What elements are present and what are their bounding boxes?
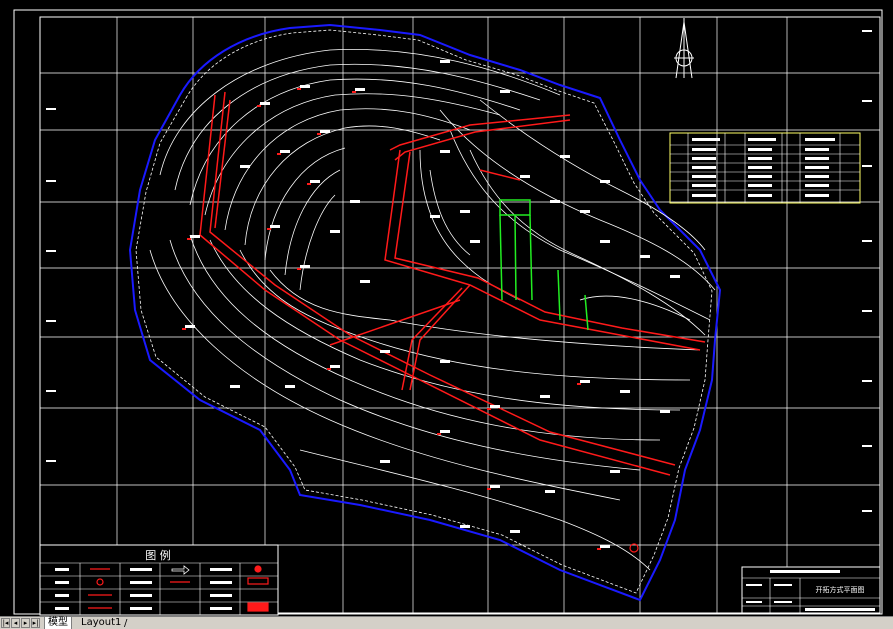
title-block-drawing-name: 开拓方式平面图: [816, 585, 865, 594]
coordinate-grid: [40, 17, 880, 613]
north-arrow-icon: [674, 18, 694, 79]
drawing-frame-outer: [13, 9, 883, 615]
data-table: [669, 132, 861, 204]
grid-coordinate-labels: [46, 30, 872, 512]
drawing-frame-inner: [39, 16, 881, 614]
next-tab-icon[interactable]: ▸: [21, 618, 30, 628]
first-tab-icon[interactable]: |◂: [1, 618, 10, 628]
title-block: 开拓方式平面图: [741, 566, 881, 614]
layout-tab-bar: |◂ ◂ ▸ ▸| 模型 Layout1 /: [0, 616, 893, 629]
legend-title: 图 例: [145, 548, 171, 562]
prev-tab-icon[interactable]: ◂: [11, 618, 20, 628]
roadways: [199, 91, 706, 476]
tab-model[interactable]: 模型: [44, 617, 72, 629]
elevation-point-markers: [182, 60, 680, 553]
last-tab-icon[interactable]: ▸|: [31, 618, 40, 628]
cad-drawing-canvas[interactable]: 图 例 开拓方式平面图: [0, 0, 893, 616]
tab-layout1[interactable]: Layout1: [78, 617, 124, 629]
legend-box: 图 例: [39, 544, 279, 616]
tab-separator: /: [124, 618, 128, 629]
